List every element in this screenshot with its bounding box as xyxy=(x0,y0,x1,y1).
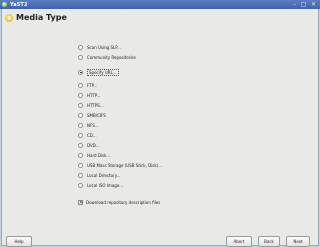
option-scan-slp[interactable]: Scan Using SLP... xyxy=(78,44,121,50)
option-label: Local ISO Image... xyxy=(87,182,124,188)
option-local-iso-image[interactable]: Local ISO Image... xyxy=(78,182,123,188)
option-usb-mass-storage[interactable]: USB Mass Storage (USB Stick, Disk)... xyxy=(78,162,162,168)
minimize-button[interactable]: – xyxy=(291,1,298,8)
option-label: HTTPS... xyxy=(87,102,104,108)
radio-button[interactable] xyxy=(78,132,83,138)
option-hard-disk[interactable]: Hard Disk... xyxy=(78,152,110,158)
download-descriptions-checkbox[interactable]: ✕ xyxy=(78,199,83,205)
option-label: NFS... xyxy=(87,122,99,128)
option-label: HTTP... xyxy=(87,92,101,98)
radio-button[interactable] xyxy=(78,182,83,188)
radio-button[interactable] xyxy=(78,82,83,88)
radio-button[interactable] xyxy=(78,162,83,168)
radio-button[interactable] xyxy=(78,152,83,158)
download-descriptions-label: Download repository description files xyxy=(86,199,161,205)
yast-logo-icon xyxy=(5,13,13,22)
option-ftp[interactable]: FTP... xyxy=(78,82,97,88)
option-cd[interactable]: CD... xyxy=(78,132,97,138)
option-label: USB Mass Storage (USB Stick, Disk)... xyxy=(87,162,163,168)
maximize-button[interactable]: □ xyxy=(300,1,307,8)
option-local-directory[interactable]: Local Directory... xyxy=(78,172,120,178)
dialog-client-area: Media Type Scan Using SLP... Community R… xyxy=(1,9,319,247)
radio-button[interactable] xyxy=(78,54,83,60)
option-smb-cifs[interactable]: SMB/CIFS xyxy=(78,112,106,118)
option-specify-url[interactable]: Specify URL... xyxy=(78,68,119,76)
radio-button-selected[interactable] xyxy=(78,69,83,75)
option-label: Specify URL... xyxy=(87,68,119,76)
option-http[interactable]: HTTP... xyxy=(78,92,100,98)
radio-button[interactable] xyxy=(78,142,83,148)
option-label: Scan Using SLP... xyxy=(87,44,121,50)
radio-button[interactable] xyxy=(78,172,83,178)
option-label: DVD... xyxy=(87,142,100,148)
abort-button[interactable]: Abort xyxy=(226,236,252,247)
radio-button[interactable] xyxy=(78,122,83,128)
next-button[interactable]: Next xyxy=(286,236,310,247)
download-descriptions-checkbox-row[interactable]: ✕ Download repository description files xyxy=(78,199,160,205)
back-button[interactable]: Back xyxy=(258,236,280,247)
radio-button[interactable] xyxy=(78,102,83,108)
radio-button[interactable] xyxy=(78,112,83,118)
help-button[interactable]: Help xyxy=(6,236,32,247)
option-label: Community Repositories xyxy=(87,54,136,60)
window-titlebar[interactable]: YaST2 – □ ✕ xyxy=(0,0,320,9)
option-label: Local Directory... xyxy=(87,172,121,178)
radio-button[interactable] xyxy=(78,44,83,50)
option-label: Hard Disk... xyxy=(87,152,111,158)
option-dvd[interactable]: DVD... xyxy=(78,142,100,148)
window-title: YaST2 xyxy=(10,1,28,8)
option-label: SMB/CIFS xyxy=(87,112,106,118)
option-nfs[interactable]: NFS... xyxy=(78,122,99,128)
option-label: CD... xyxy=(87,132,97,138)
radio-button[interactable] xyxy=(78,92,83,98)
option-community-repositories[interactable]: Community Repositories xyxy=(78,54,136,60)
yast-app-icon xyxy=(2,2,7,7)
close-button[interactable]: ✕ xyxy=(310,1,317,8)
option-label: FTP... xyxy=(87,82,98,88)
page-header: Media Type xyxy=(5,13,67,22)
option-https[interactable]: HTTPS... xyxy=(78,102,104,108)
page-title: Media Type xyxy=(16,13,67,22)
